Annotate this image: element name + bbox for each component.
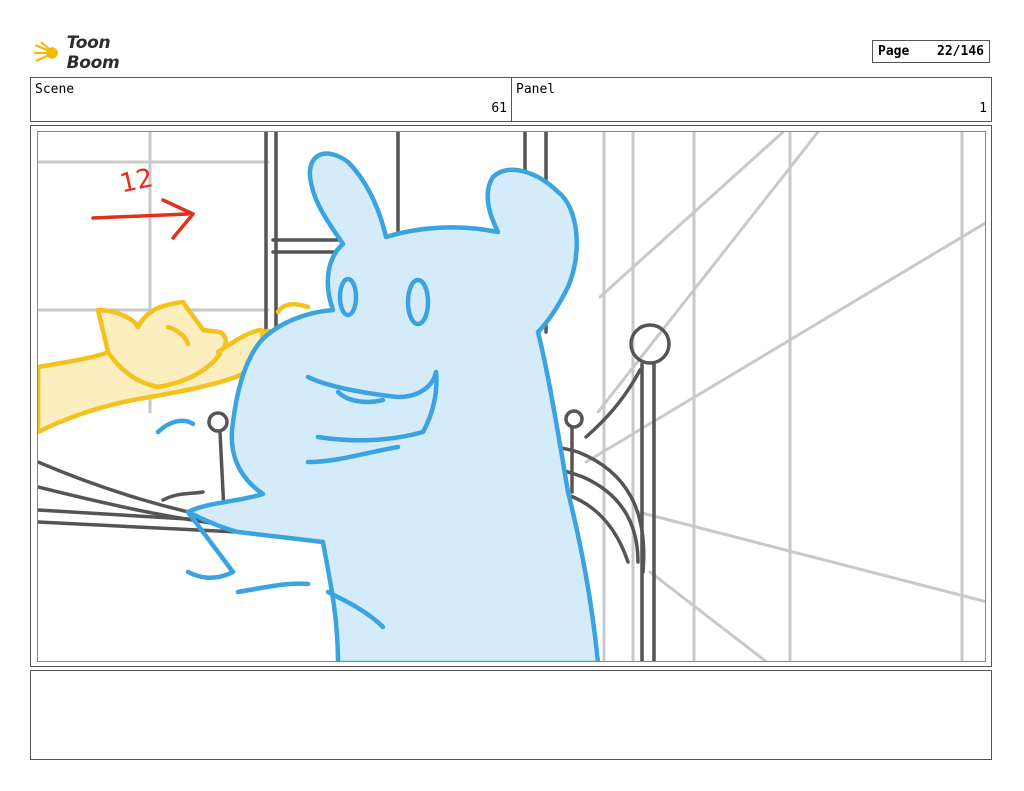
storyboard-panel-image: 12 [37,131,986,662]
blue-character [155,151,601,661]
panel-cell: Panel 1 [512,78,991,121]
toon-boom-logo-icon [34,41,58,62]
page-label: Page [878,44,910,59]
panel-label: Panel [516,82,556,97]
scene-cell: Scene 61 [31,78,512,121]
red-annotation [91,198,195,240]
page-number: 22/146 [937,44,984,59]
scene-label: Scene [35,82,75,97]
sketch-drawing: 12 [38,132,985,661]
panel-notes-area [30,670,992,760]
scene-panel-header: Scene 61 Panel 1 [30,77,992,122]
toon-boom-logo: Toon Boom [34,33,164,73]
page-indicator: Page 22/146 [872,40,990,63]
logo-text: Toon Boom [66,33,120,73]
scene-number: 61 [491,101,507,116]
panel-number: 1 [979,101,987,116]
